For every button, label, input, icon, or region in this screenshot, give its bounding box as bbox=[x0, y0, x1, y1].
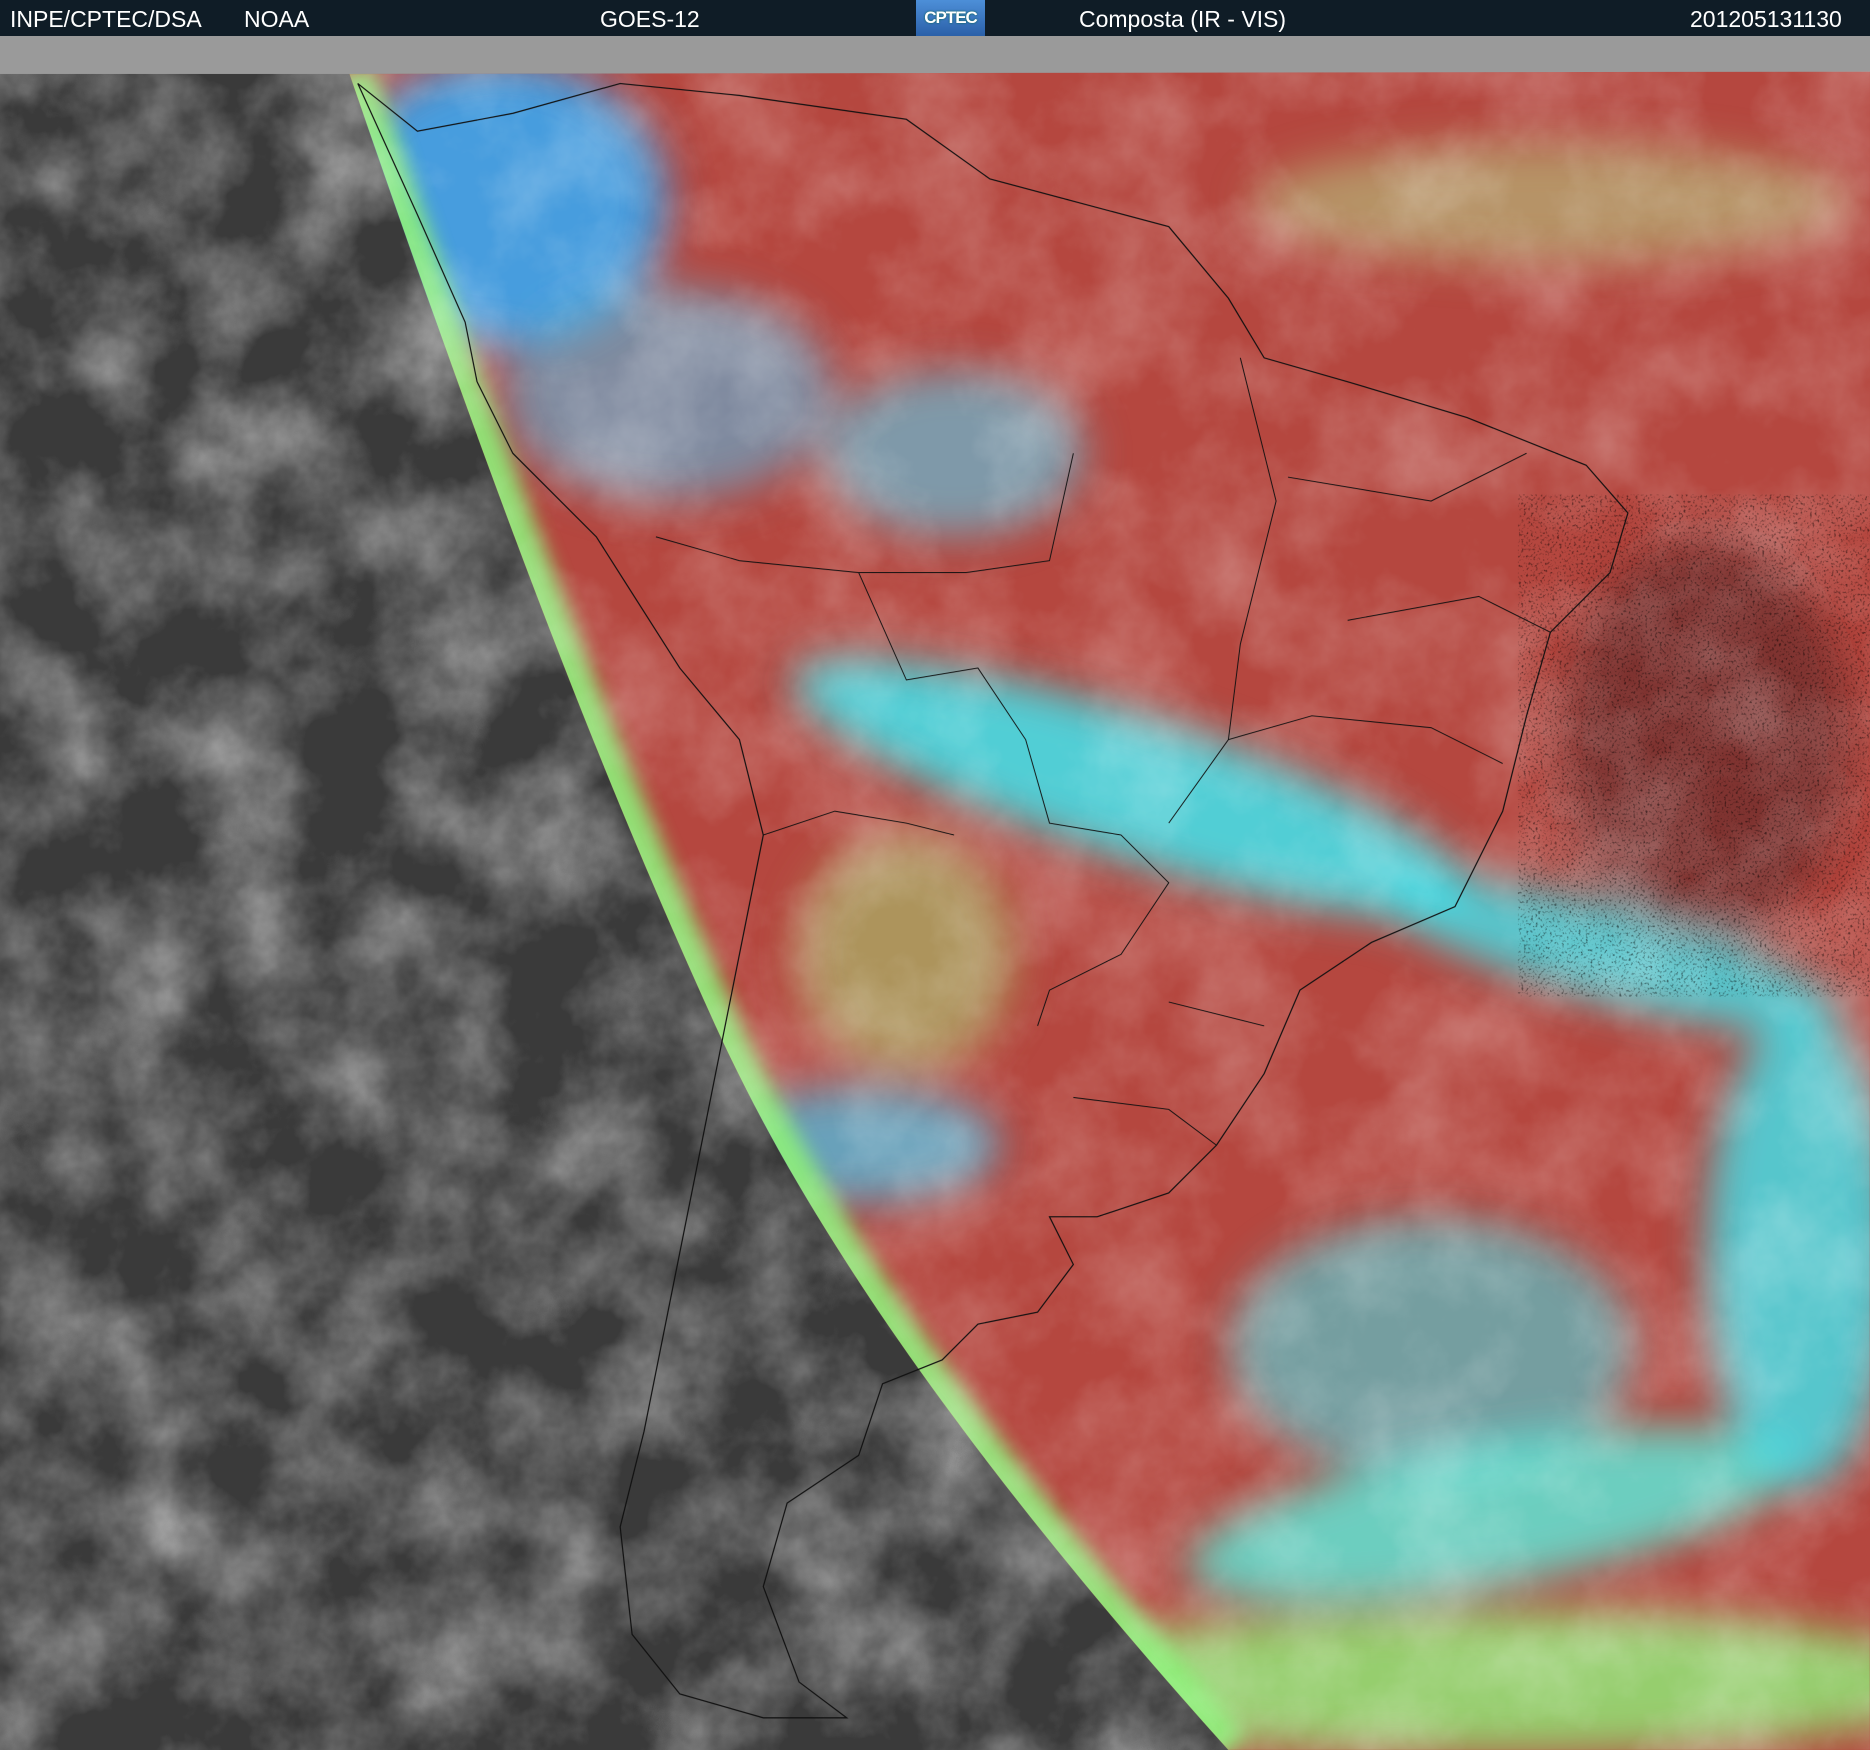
satellite-image bbox=[0, 0, 1870, 1750]
timestamp-label: 201205131130 bbox=[1690, 6, 1842, 32]
logo-text: CPTEC bbox=[924, 8, 978, 27]
product-label: Composta (IR - VIS) bbox=[1079, 6, 1287, 32]
agency-label: INPE/CPTEC/DSA bbox=[10, 6, 202, 32]
header-bar: INPE/CPTEC/DSA NOAA GOES-12 CPTEC Compos… bbox=[0, 0, 1870, 36]
cptec-logo: CPTEC bbox=[916, 0, 985, 36]
source-label: NOAA bbox=[244, 6, 310, 32]
satellite-label: GOES-12 bbox=[600, 6, 700, 32]
